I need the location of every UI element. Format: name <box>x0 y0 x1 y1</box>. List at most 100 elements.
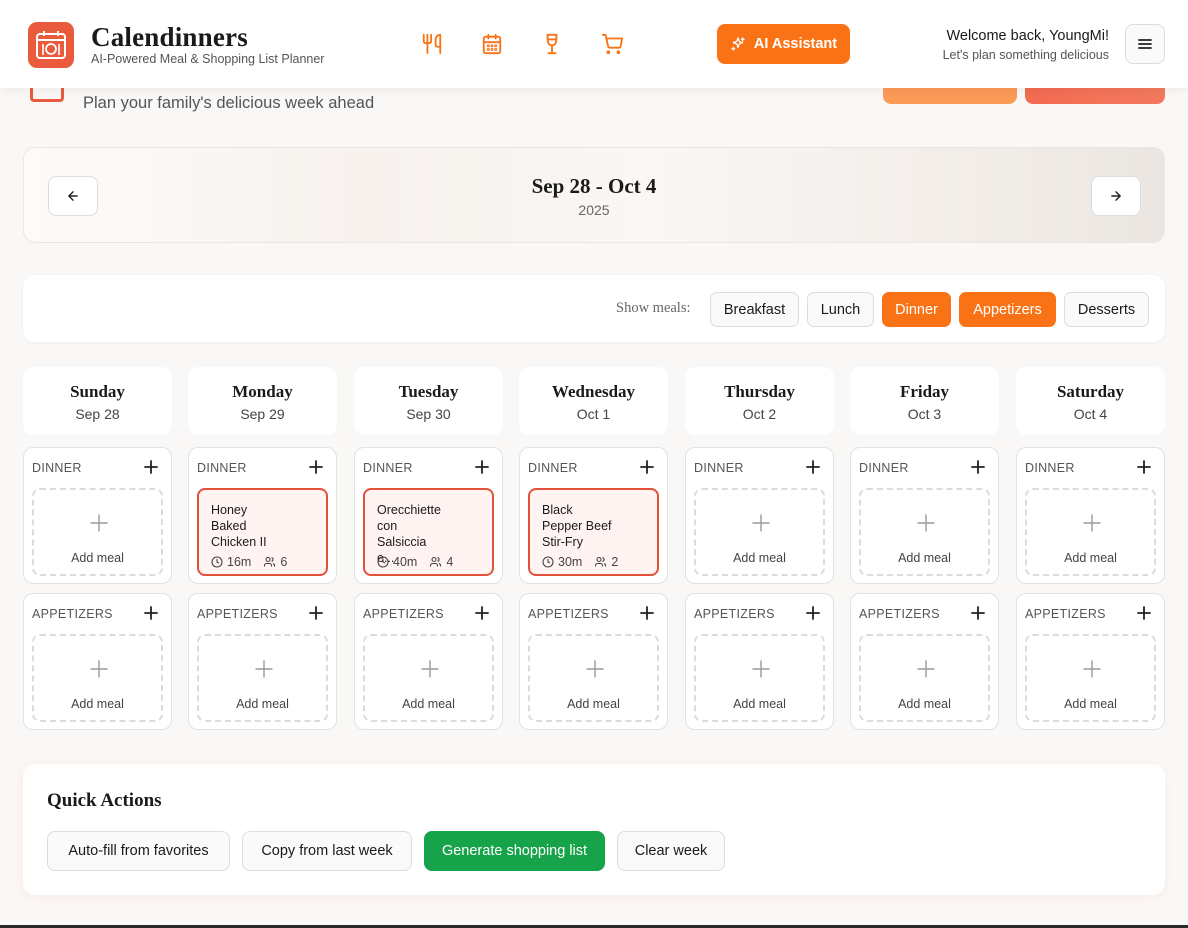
users-icon <box>595 556 607 567</box>
add-meal-button[interactable]: Add meal <box>32 488 163 576</box>
menu-button[interactable] <box>1125 24 1165 64</box>
app-logo[interactable] <box>28 22 74 68</box>
day-header-sunday: Sunday Sep 28 <box>23 367 172 435</box>
plus-icon[interactable] <box>639 605 655 621</box>
add-meal-label: Add meal <box>1064 551 1117 565</box>
dinner-slot-saturday: DINNER Add meal <box>1016 447 1165 584</box>
add-meal-button[interactable]: Add meal <box>197 634 328 722</box>
appetizers-slot-tuesday: APPETIZERS Add meal <box>354 593 503 730</box>
add-meal-button[interactable]: Add meal <box>694 488 825 576</box>
plus-icon[interactable] <box>805 605 821 621</box>
filter-chip-desserts[interactable]: Desserts <box>1064 292 1149 327</box>
copy-last-week-button[interactable]: Copy from last week <box>242 831 412 871</box>
dinner-slot-friday: DINNER Add meal <box>850 447 999 584</box>
app-tagline: AI-Powered Meal & Shopping List Planner <box>91 52 325 66</box>
slot-label: APPETIZERS <box>694 607 775 621</box>
add-meal-label: Add meal <box>71 551 124 565</box>
next-week-button[interactable] <box>1091 176 1141 216</box>
plus-icon <box>90 660 108 678</box>
appetizers-slot-thursday: APPETIZERS Add meal <box>685 593 834 730</box>
add-meal-button[interactable]: Add meal <box>694 634 825 722</box>
slot-label: APPETIZERS <box>859 607 940 621</box>
plus-icon[interactable] <box>1136 605 1152 621</box>
meal-time: 40m <box>393 555 418 569</box>
appetizers-slot-monday: APPETIZERS Add meal <box>188 593 337 730</box>
sparkles-icon <box>731 37 745 51</box>
shopping-cart-icon[interactable] <box>600 32 624 56</box>
plus-icon[interactable] <box>1136 459 1152 475</box>
appetizers-slot-saturday: APPETIZERS Add meal <box>1016 593 1165 730</box>
slot-label: DINNER <box>197 461 247 475</box>
plus-icon[interactable] <box>474 605 490 621</box>
slot-label: DINNER <box>1025 461 1075 475</box>
plus-icon[interactable] <box>805 459 821 475</box>
add-meal-label: Add meal <box>898 551 951 565</box>
plus-icon <box>255 660 273 678</box>
day-header-saturday: Saturday Oct 4 <box>1016 367 1165 435</box>
plus-icon[interactable] <box>308 459 324 475</box>
welcome-line: Welcome back, YoungMi! <box>946 28 1109 44</box>
filter-chip-lunch[interactable]: Lunch <box>807 292 874 327</box>
add-meal-button[interactable]: Add meal <box>859 488 990 576</box>
plus-icon[interactable] <box>308 605 324 621</box>
calendar-icon[interactable] <box>480 32 504 56</box>
add-meal-label: Add meal <box>898 697 951 711</box>
users-icon <box>264 556 276 567</box>
clock-icon <box>211 556 223 568</box>
day-date: Oct 1 <box>576 406 611 422</box>
day-header-monday: Monday Sep 29 <box>188 367 337 435</box>
meal-time: 30m <box>558 555 583 569</box>
meal-meta: 16m 6 <box>211 555 287 569</box>
clear-week-button[interactable]: Clear week <box>617 831 725 871</box>
plus-icon[interactable] <box>970 459 986 475</box>
plus-icon[interactable] <box>143 459 159 475</box>
ai-assistant-button[interactable]: AI Assistant <box>717 24 850 64</box>
filter-chip-appetizers[interactable]: Appetizers <box>959 292 1056 327</box>
meal-servings: 2 <box>611 555 619 569</box>
add-meal-button[interactable]: Add meal <box>859 634 990 722</box>
meal-card[interactable]: Orecchiette con Salsiccia e... 40m 4 <box>363 488 494 576</box>
plus-icon <box>1083 660 1101 678</box>
plus-icon <box>586 660 604 678</box>
day-name: Saturday <box>1056 382 1125 401</box>
hamburger-menu-icon <box>1138 39 1152 49</box>
meal-card[interactable]: Black Pepper Beef Stir-Fry 30m 2 <box>528 488 659 576</box>
page-subtitle: Plan your family's delicious week ahead <box>83 94 375 112</box>
plus-icon[interactable] <box>970 605 986 621</box>
add-meal-button[interactable]: Add meal <box>528 634 659 722</box>
plus-icon[interactable] <box>639 459 655 475</box>
plus-icon <box>752 660 770 678</box>
day-name: Thursday <box>724 382 795 401</box>
add-meal-button[interactable]: Add meal <box>32 634 163 722</box>
add-meal-button[interactable]: Add meal <box>1025 634 1156 722</box>
meal-filter-bar: Show meals: Breakfast Lunch Dinner Appet… <box>23 275 1165 342</box>
day-header-thursday: Thursday Oct 2 <box>685 367 834 435</box>
autofill-favorites-button[interactable]: Auto-fill from favorites <box>47 831 230 871</box>
filter-chip-breakfast[interactable]: Breakfast <box>710 292 799 327</box>
day-date: Oct 2 <box>742 406 777 422</box>
plus-icon <box>421 660 439 678</box>
wine-glass-icon[interactable] <box>540 32 564 56</box>
dinner-slot-tuesday: DINNER Orecchiette con Salsiccia e... 40… <box>354 447 503 584</box>
slot-label: APPETIZERS <box>528 607 609 621</box>
add-meal-button[interactable]: Add meal <box>363 634 494 722</box>
app-title: Calendinners <box>91 22 248 52</box>
day-name: Sunday <box>70 382 125 401</box>
generate-shopping-list-button[interactable]: Generate shopping list <box>424 831 605 871</box>
meal-meta: 40m 4 <box>377 555 453 569</box>
meal-name: Black Pepper Beef Stir-Fry <box>542 503 612 549</box>
meal-card[interactable]: Honey Baked Chicken II 16m 6 <box>197 488 328 576</box>
clock-icon <box>377 556 389 568</box>
utensils-icon[interactable] <box>420 32 444 56</box>
add-meal-label: Add meal <box>733 697 786 711</box>
day-name: Tuesday <box>398 382 459 401</box>
add-meal-button[interactable]: Add meal <box>1025 488 1156 576</box>
slot-label: DINNER <box>694 461 744 475</box>
slot-label: DINNER <box>363 461 413 475</box>
add-meal-label: Add meal <box>1064 697 1117 711</box>
plus-icon[interactable] <box>143 605 159 621</box>
dinner-plate-icon <box>36 31 66 59</box>
plus-icon[interactable] <box>474 459 490 475</box>
filter-chip-dinner[interactable]: Dinner <box>882 292 951 327</box>
day-date: Sep 30 <box>406 406 451 422</box>
